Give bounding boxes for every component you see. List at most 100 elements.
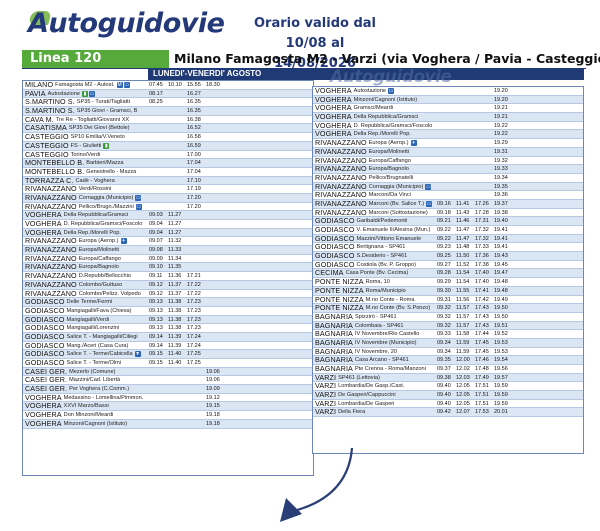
stop-name: Europa/Bagnolo [78,264,119,271]
departure-time: 09.15 [149,351,163,358]
departure-time: 09.22 [437,235,451,242]
departure-time: 16.35 [187,108,201,115]
departure-time: 17.10 [187,177,201,184]
stop-place: RIVANAZZANO [25,279,77,289]
stop-name: XXVI Marzo/Bassi [63,403,109,410]
departure-time: 19.34 [494,174,508,181]
stop-name: Gramsci/Meardi [353,105,394,112]
stop-place: VARZI [315,407,337,417]
departure-time: 09.09 [149,255,163,262]
stop-name: D.Repubb/Bellocchio [78,273,131,280]
stop-name: Europa (Aerop.) [368,140,409,147]
departure-time: 11.39 [168,342,182,349]
departure-time: 09.16 [437,200,451,207]
stop-name: Europa (Aerop.) [78,238,119,245]
stop-name: V. Emanuele II/Alesina (Mun.) [356,227,431,233]
table-row: VOGHERA Minzoni/Cagnoni (Istituto) 19.18 [23,419,313,429]
departure-time: 11.35 [168,264,182,271]
departure-time: 11.37 [168,281,182,288]
departure-time: 17.32 [475,227,489,233]
M2-icon: M [116,82,123,88]
departure-time: 09.14 [149,333,163,340]
stop-name: Mang./Aceri (Casa Cura) [66,342,129,349]
line-bar: Linea 120 Milano Famagosta M2 - Varzi (v… [22,50,600,69]
departure-time: 09.40 [437,392,451,399]
stop-place: GODIASCO [25,297,65,307]
table-row: BAGNARIA Spizzirò - SP461 09.32 11.57 17.43 1… [313,312,583,322]
stop-name: Colombo/Pelizz. Volpedo [78,290,141,297]
departure-time: 17.43 [475,322,489,329]
table-row: GODIASCO Delle Terme/Fermi 09.13 11.38 17.23 [23,298,313,307]
stop-name: FS - Giulietti [70,142,102,149]
stop-name: Costiola (Bv. P. Groppo) [356,261,417,268]
stop-name: Pellico/Brugn./Mazzini [78,203,134,210]
departure-time: 17.38 [475,261,489,268]
stop-place: GODIASCO [25,358,65,367]
stop-place: RIVANAZZANO [315,198,367,208]
departure-time: 11.55 [456,287,470,294]
stop-place: PONTE NIZZA [315,277,364,287]
stop-name: Lombardia/De Gasp./Cast. [338,383,405,390]
stop-name: M.no Conte - Roma [365,296,415,303]
departure-time: 19.53 [494,339,508,346]
header-watermark-logo: Autoguidovie [330,67,452,87]
departure-time: 19.45 [494,261,508,268]
stop-name: Europa/Caffango [78,255,121,262]
departure-time: 11.27 [168,212,182,219]
stop-place: RIVANAZZANO [315,172,367,182]
departure-time: 19.31 [494,148,508,155]
table-row: GODIASCO Mangiagalli/Verdi 09.13 11.38 17.23 [23,315,313,325]
table-row: VARZI Della Fiera 09.42 12.07 17.53 20.01 [313,407,583,418]
departure-time: 09.10 [149,264,163,271]
departure-time: 19.22 [494,131,508,138]
stop-place: RIVANAZZANO [25,245,77,255]
departure-time: 17.28 [475,209,489,216]
departure-time: 09.31 [437,296,451,303]
departure-time: 16.38 [187,116,201,123]
departure-time: 19.57 [494,374,508,381]
departure-time: 17.25 [187,351,201,358]
table-row: S.MARTINO S. SP35 Giovi - Gramsci, B 16.35 [23,107,313,116]
stop-name: Delle Terme/Fermi [66,299,113,306]
table-row: BAGNARIA IV Novembre, 20 09.34 11.59 17.45 19… [313,347,583,357]
departure-time: 11.50 [456,253,470,260]
departure-time: 17.19 [187,186,201,193]
stop-name: Marconi (Sottostazione) [368,209,428,216]
stop-name: Medassino - Lomellina/Pimmon. [63,394,144,401]
departure-time: 17.23 [187,325,201,332]
departure-time: 17.40 [475,279,489,286]
departure-time: 11.34 [168,255,182,262]
stop-place: RIVANAZZANO [315,138,367,148]
table-row: VOGHERA Medassino - Lomellina/Pimmon. 19.1… [23,393,313,403]
timetable-left: MILANO Famagosta M2 - Autost. M ▭ 07.45 10.10… [22,80,314,476]
departure-time: 09.23 [437,244,451,251]
departure-time: 12.03 [456,374,470,381]
stop-name: Per Voghera (C.Comm.) [69,386,130,393]
departure-time: 17.04 [187,160,201,167]
departure-time: 19.20 [494,88,508,94]
table-row: VOGHERA Don Minzoni/Meardi 19.18 [23,411,313,420]
departure-time: 17.24 [187,342,201,349]
departure-time: 19.48 [494,279,508,286]
departure-time: 12.05 [456,400,470,407]
departure-time: 17.04 [187,168,201,175]
table-row: VOGHERA Della Repubblica/Gramsci 19.21 [313,113,583,122]
stop-place: GODIASCO [25,305,65,315]
departure-time: 17.23 [187,299,201,306]
departure-time: 19.36 [494,192,508,199]
departure-time: 11.33 [168,247,182,254]
departure-time: 09.32 [437,305,451,312]
timetable-right-rows: VOGHERA Autostazione ▭ 19.20 VOGHERA Minzoni/… [313,87,583,418]
departure-time: 17.41 [475,287,489,294]
table-row: VOGHERA Della Repubblica/Gramsci 09.03 11.2… [23,211,313,220]
departure-time: 12.05 [456,383,470,390]
stop-name: IV Novembre/Rio Castello [354,331,420,338]
departure-time: 17.22 [187,281,201,288]
departure-time: 17.23 [187,307,201,314]
stop-name: Cornaggia (Municipio) [368,183,424,190]
stop-name: Mangiagalli/Fava (Chiesa) [66,307,132,314]
stop-place: MILANO [25,80,54,89]
stop-name: D. Repubblica/Gramsci/Foscolo [353,122,433,129]
departure-time: 19.35 [494,183,508,190]
down-icon: ▼ [134,351,141,358]
